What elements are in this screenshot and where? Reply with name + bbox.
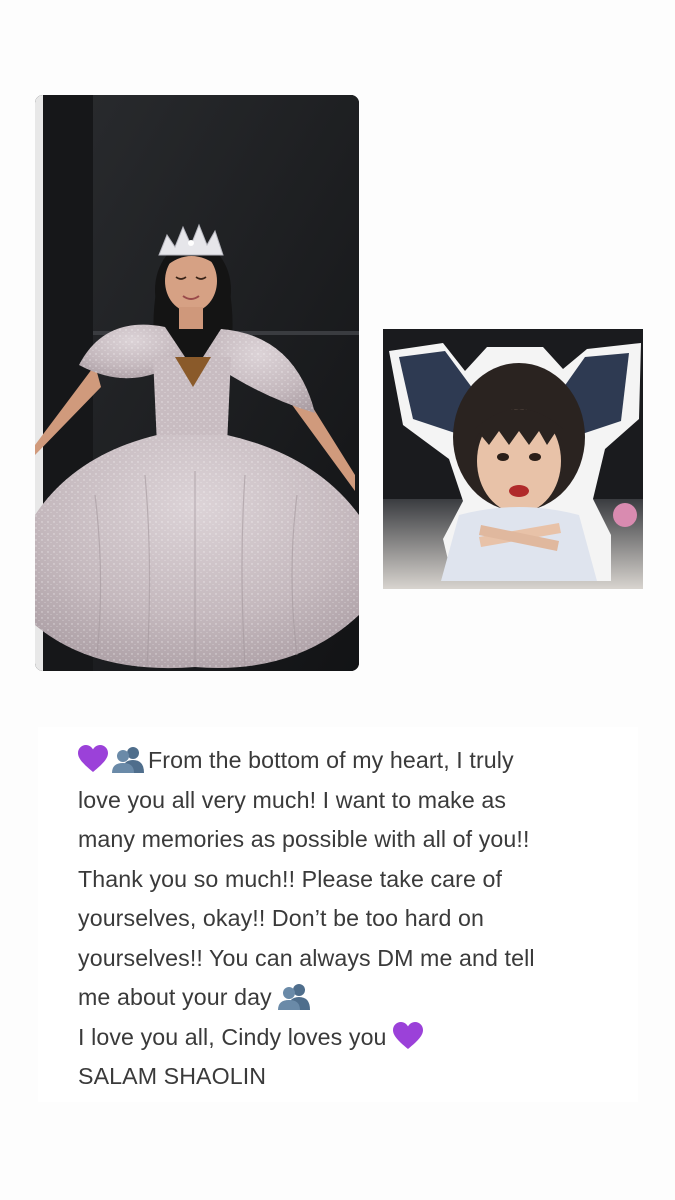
caption-line-2: love you all very much! I want to make a…	[78, 786, 507, 813]
caption-line-1: From the bottom of my heart, I truly	[78, 741, 618, 781]
caption-line-5: yourselves, okay!! Don’t be too hard on	[78, 905, 485, 931]
caption-line-7: me about your day	[78, 978, 618, 1018]
caption-line-6: yourselves!! You can always DM me and te…	[78, 944, 535, 971]
purple-heart-icon	[393, 1021, 424, 1050]
two-silhouettes-icon	[278, 982, 311, 1010]
caption-panel: From the bottom of my heart, I truly lov…	[38, 727, 638, 1102]
caption-line-8: I love you all, Cindy loves you	[78, 1018, 618, 1058]
caption-text: From the bottom of my heart, I truly lov…	[78, 741, 618, 1097]
purple-heart-icon	[78, 745, 108, 773]
story-canvas: From the bottom of my heart, I truly lov…	[0, 0, 675, 1200]
sticker-photo	[383, 329, 643, 589]
caption-line-9: SALAM SHAOLIN	[78, 1063, 267, 1089]
caption-line-3: many memories as possible with all of yo…	[78, 826, 530, 852]
caption-line-4: Thank you so much!! Please take care of	[78, 865, 503, 892]
two-silhouettes-icon	[112, 745, 144, 773]
sticker-photo-image	[383, 329, 643, 589]
main-photo-image	[35, 95, 359, 671]
main-photo	[35, 95, 359, 671]
